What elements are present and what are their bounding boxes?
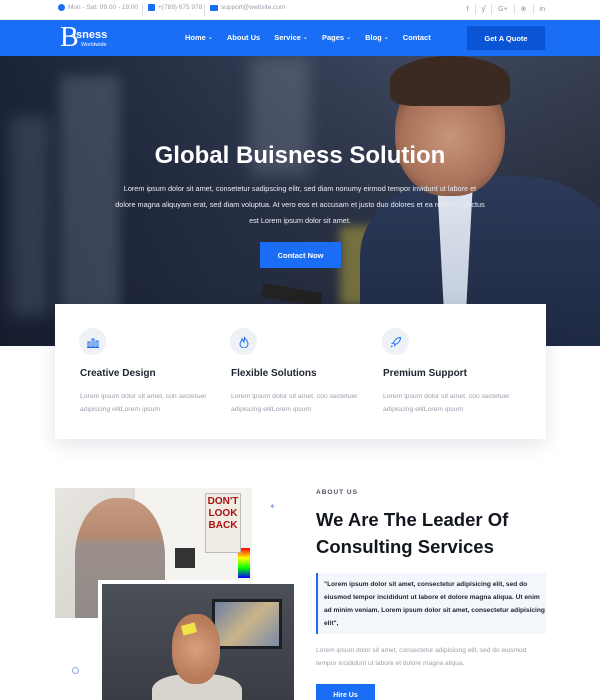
divider (142, 3, 143, 16)
hire-us-button[interactable]: Hire Us (316, 684, 375, 700)
nav-item-label: Service (274, 33, 301, 42)
get-quote-button[interactable]: Get A Quote (467, 26, 545, 50)
rocket-icon (382, 328, 409, 355)
divider (532, 4, 534, 14)
feature-text: Lorem ipsum dolor sit amet, con sectetue… (383, 393, 510, 413)
feature-text: Lorem ipsum dolor sit amet, con sectetue… (80, 393, 207, 413)
nav-item-pages[interactable]: Pages ⌄ (322, 33, 351, 42)
chevron-down-icon: ⌄ (383, 35, 389, 41)
nav-item-label: Home (185, 33, 206, 42)
hero-text: Lorem ipsum dolor sit amet, consetetur s… (115, 184, 485, 225)
dribbble-icon[interactable]: ⊕ (521, 5, 527, 13)
dont-look-back-poster: DON'T LOOK BACK (205, 493, 241, 553)
hero-title: Global Buisness Solution (154, 142, 446, 169)
nav-menu: Home ⌄ About Us Service ⌄ Pages ⌄ Blog ⌄ Con… (185, 33, 431, 42)
feature-title: Flexible Solutions (231, 368, 317, 379)
nav-item-label: Contact (402, 33, 431, 42)
divider (491, 4, 493, 14)
nav-item-label: Blog (365, 33, 382, 42)
nav-item-home[interactable]: Home ⌄ (185, 33, 213, 42)
image-person (172, 614, 220, 684)
phone-text[interactable]: +(789) 675 978 (158, 4, 202, 11)
feature-creative-design: Creative Design Lorem ipsum dolor sit am… (55, 304, 207, 439)
divider (474, 4, 476, 14)
facebook-icon[interactable]: f (467, 6, 469, 13)
contact-now-button[interactable]: Contact Now (260, 242, 341, 268)
feature-title: Creative Design (80, 368, 156, 379)
image-monitor (175, 548, 195, 568)
hero-section: Global Buisness Solution Lorem ipsum dol… (0, 56, 600, 346)
mail-icon (210, 4, 218, 11)
clock-icon (58, 4, 65, 11)
site-logo[interactable]: B isness Worldwide (60, 24, 120, 52)
nav-item-about[interactable]: About Us (227, 33, 260, 42)
flame-icon (230, 328, 257, 355)
about-text: Lorem ipsum dolor sit amet, consectetur … (316, 647, 527, 667)
email-info: support@website.com (210, 4, 285, 11)
decoration-circle-icon (72, 667, 79, 674)
decoration-star-icon: ✦ (269, 502, 276, 511)
feature-flexible-solutions: Flexible Solutions Lorem ipsum dolor sit… (206, 304, 358, 439)
about-title: We Are The Leader Of Consulting Services (316, 509, 509, 557)
linkedin-icon[interactable]: in (540, 6, 545, 13)
social-links: f ƴ G+ ⊕ in (467, 4, 545, 14)
nav-item-label: About Us (226, 33, 261, 42)
chevron-down-icon: ⌄ (346, 35, 352, 41)
divider (513, 4, 515, 14)
hours-text: Mon - Sat: 09:00 - 19:00 (68, 4, 139, 11)
top-bar: Mon - Sat: 09:00 - 19:00 +(789) 675 978 … (0, 0, 600, 20)
logo-name: isness (73, 29, 108, 41)
phone-icon (148, 4, 155, 11)
bar-chart-icon (79, 328, 106, 355)
nav-item-contact[interactable]: Contact (403, 33, 431, 42)
feature-title: Premium Support (383, 368, 467, 379)
nav-item-service[interactable]: Service ⌄ (274, 33, 308, 42)
chevron-down-icon: ⌄ (302, 35, 308, 41)
nav-item-label: Pages (321, 33, 345, 42)
hero-background (60, 76, 120, 316)
nav-item-blog[interactable]: Blog ⌄ (365, 33, 389, 42)
hours-info: Mon - Sat: 09:00 - 19:00 (58, 4, 138, 11)
google-plus-icon[interactable]: G+ (498, 6, 508, 13)
about-section-label: ABOUT US (316, 489, 358, 496)
email-text[interactable]: support@website.com (221, 4, 285, 11)
feature-premium-support: Premium Support Lorem ipsum dolor sit am… (358, 304, 510, 439)
chevron-down-icon: ⌄ (207, 35, 213, 41)
phone-info: +(789) 675 978 (148, 4, 202, 11)
feature-text: Lorem ipsum dolor sit amet, con sectetue… (231, 393, 358, 413)
main-navbar: B isness Worldwide Home ⌄ About Us Servic… (0, 20, 600, 56)
logo-subtitle: Worldwide (81, 42, 107, 48)
image-monitor (212, 599, 282, 649)
about-quote: "Lorem ipsum dolor sit amet, consectetur… (316, 573, 546, 634)
divider (204, 3, 205, 16)
about-image-desk (98, 580, 294, 700)
twitter-icon[interactable]: ƴ (482, 6, 486, 13)
features-card: Creative Design Lorem ipsum dolor sit am… (55, 304, 546, 439)
hero-person (390, 56, 510, 106)
